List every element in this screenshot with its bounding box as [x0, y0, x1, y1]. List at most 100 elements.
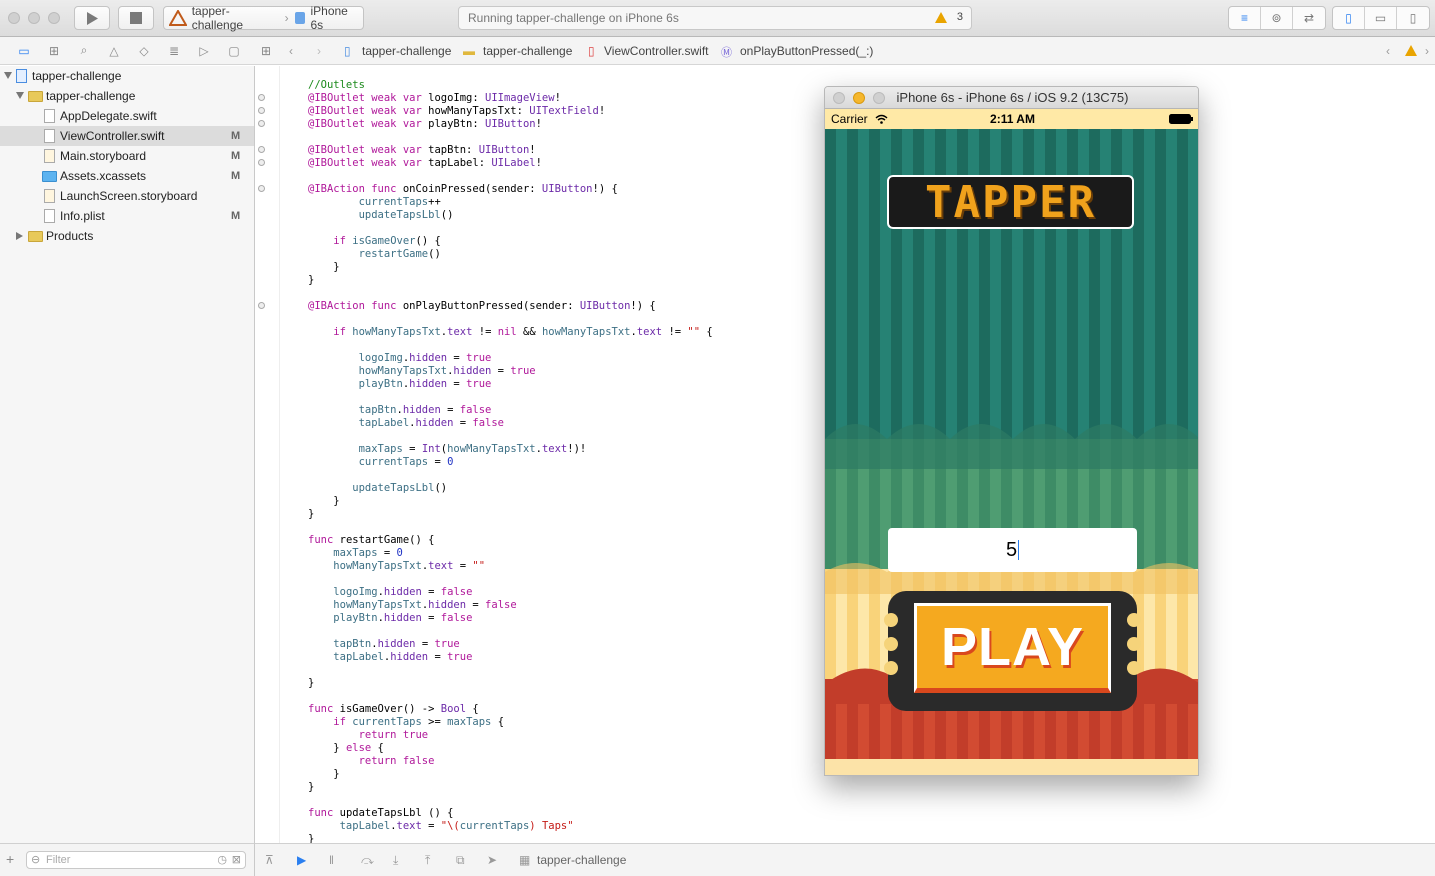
- nav-item-label: AppDelegate.swift: [60, 109, 157, 123]
- modified-badge: M: [231, 210, 241, 222]
- jump-crumb-method[interactable]: onPlayButtonPressed(_:): [740, 44, 873, 58]
- simulator-title: iPhone 6s - iPhone 6s / iOS 9.2 (13C75): [896, 90, 1129, 105]
- navigator-filter-field[interactable]: ⊖ Filter ◷ ⊠: [26, 851, 246, 869]
- folder-icon: ▬: [463, 44, 475, 58]
- pause-icon[interactable]: ‖: [329, 853, 334, 867]
- step-out-icon[interactable]: ⤒: [425, 853, 430, 868]
- scm-filter-icon[interactable]: ⊠: [232, 852, 241, 868]
- editor-gutter: [255, 66, 280, 843]
- action-connection-icon[interactable]: [258, 185, 265, 192]
- warning-icon[interactable]: [1405, 45, 1417, 59]
- run-button[interactable]: [74, 6, 110, 30]
- disclosure-closed-icon[interactable]: [16, 232, 23, 240]
- method-icon: Ⓜ: [721, 47, 732, 59]
- issue-navigator-warning-icon[interactable]: △: [99, 44, 129, 58]
- swift-file-icon: [44, 109, 55, 123]
- modified-badge: M: [231, 170, 241, 182]
- hide-debug-area-icon[interactable]: ⊼: [265, 853, 274, 867]
- symbol-navigator-icon[interactable]: ⊞: [39, 44, 69, 58]
- nav-item-appdelegate[interactable]: AppDelegate.swift: [0, 106, 254, 126]
- minimize-window-button[interactable]: [853, 92, 865, 104]
- xcode-window: { "toolbar": { "scheme_project": "tapper…: [0, 0, 1435, 876]
- forward-arrow-icon[interactable]: ›: [317, 44, 321, 58]
- source-code-editor[interactable]: //Outlets @IBOutlet weak var logoImg: UI…: [308, 79, 713, 846]
- minimize-window-button[interactable]: [28, 12, 40, 24]
- nav-item-launchscreen[interactable]: LaunchScreen.storyboard: [0, 186, 254, 206]
- simulate-location-icon[interactable]: ➤: [487, 853, 497, 867]
- toggle-navigator-button[interactable]: ▯: [1333, 7, 1365, 29]
- warning-count: 3: [956, 11, 963, 23]
- nav-item-viewcontroller[interactable]: ViewController.swift M: [0, 126, 254, 146]
- play-button[interactable]: PLAY: [884, 591, 1141, 711]
- test-navigator-icon[interactable]: ◇: [129, 44, 159, 58]
- find-navigator-search-icon[interactable]: ⌕: [69, 43, 99, 58]
- nav-item-group[interactable]: tapper-challenge: [0, 86, 254, 106]
- nav-item-products[interactable]: Products: [0, 226, 254, 246]
- report-navigator-icon[interactable]: ▢: [219, 44, 249, 58]
- ios-simulator-window: iPhone 6s - iPhone 6s / iOS 9.2 (13C75) …: [824, 86, 1199, 776]
- nav-item-infoplist[interactable]: Info.plist M: [0, 206, 254, 226]
- app-screen: Carrier 2:11 AM TAPPER 5 PLAY: [825, 109, 1198, 775]
- next-issue-icon[interactable]: ›: [1425, 44, 1429, 58]
- asset-catalog-icon: [42, 171, 57, 182]
- previous-issue-icon[interactable]: ‹: [1386, 44, 1390, 58]
- disclosure-open-icon[interactable]: [4, 72, 12, 79]
- stop-button[interactable]: [118, 6, 154, 30]
- close-window-button[interactable]: [8, 12, 20, 24]
- outlet-connection-icon[interactable]: [258, 146, 265, 153]
- step-over-icon[interactable]: ⤼: [361, 853, 374, 868]
- target-icon: ▦: [519, 853, 531, 867]
- folder-icon: [28, 91, 43, 102]
- project-file-icon: ▯: [344, 44, 351, 58]
- text-cursor: [1018, 540, 1020, 560]
- warning-icon[interactable]: [935, 12, 947, 23]
- nav-item-label: tapper-challenge: [32, 69, 122, 83]
- step-into-icon[interactable]: ⤓: [393, 853, 398, 868]
- how-many-taps-field[interactable]: 5: [888, 528, 1137, 572]
- chevron-right-icon: ›: [284, 11, 289, 25]
- outlet-connection-icon[interactable]: [258, 159, 265, 166]
- recent-files-icon[interactable]: ◷: [217, 852, 227, 868]
- nav-item-main-storyboard[interactable]: Main.storyboard M: [0, 146, 254, 166]
- project-navigator-folder-icon[interactable]: ▭: [9, 44, 39, 58]
- ticket-notch-icon: [1127, 637, 1141, 651]
- stop-icon: [130, 12, 142, 24]
- back-arrow-icon[interactable]: ‹: [289, 44, 293, 58]
- debug-navigator-icon[interactable]: ≣: [159, 44, 189, 58]
- toggle-debug-area-button[interactable]: ▭: [1365, 7, 1397, 29]
- swift-file-icon: ▯: [588, 44, 595, 58]
- play-button-label: PLAY: [914, 603, 1111, 693]
- breakpoints-toggle-icon[interactable]: ▶: [297, 853, 306, 867]
- scheme-selector[interactable]: tapper-challenge › iPhone 6s: [163, 4, 364, 32]
- jump-crumb-group[interactable]: tapper-challenge: [483, 44, 572, 58]
- jump-crumb-project[interactable]: tapper-challenge: [362, 44, 451, 58]
- taps-input-value: 5: [1005, 538, 1018, 561]
- assistant-editor-button[interactable]: ⊚: [1261, 7, 1293, 29]
- standard-editor-button[interactable]: ≡: [1229, 7, 1261, 29]
- simulator-titlebar: iPhone 6s - iPhone 6s / iOS 9.2 (13C75): [825, 87, 1198, 109]
- zoom-window-button[interactable]: [873, 92, 885, 104]
- modified-badge: M: [231, 150, 241, 162]
- jump-crumb-file[interactable]: ViewController.swift: [604, 44, 708, 58]
- add-icon[interactable]: +: [6, 851, 14, 867]
- action-connection-icon[interactable]: [258, 302, 265, 309]
- outlet-connection-icon[interactable]: [258, 94, 265, 101]
- filter-placeholder: Filter: [46, 854, 71, 866]
- disclosure-open-icon[interactable]: [16, 92, 24, 99]
- version-editor-button[interactable]: ⇄: [1293, 7, 1325, 29]
- nav-item-project[interactable]: tapper-challenge: [0, 66, 254, 86]
- storyboard-file-icon: [44, 149, 55, 163]
- storyboard-file-icon: [44, 189, 55, 203]
- close-window-button[interactable]: [833, 92, 845, 104]
- nav-item-assets[interactable]: Assets.xcassets M: [0, 166, 254, 186]
- view-hierarchy-icon[interactable]: ⧉: [456, 853, 465, 868]
- outlet-connection-icon[interactable]: [258, 120, 265, 127]
- scheme-project-label: tapper-challenge: [191, 4, 244, 32]
- related-items-icon[interactable]: ⊞: [261, 44, 271, 58]
- plist-file-icon: [44, 209, 55, 223]
- zoom-window-button[interactable]: [48, 12, 60, 24]
- toggle-utilities-button[interactable]: ▯: [1397, 7, 1429, 29]
- outlet-connection-icon[interactable]: [258, 107, 265, 114]
- navigator-selector-bar: ▭ ⊞ ⌕ △ ◇ ≣ ▷ ▢: [0, 37, 255, 65]
- breakpoint-navigator-icon[interactable]: ▷: [189, 44, 219, 58]
